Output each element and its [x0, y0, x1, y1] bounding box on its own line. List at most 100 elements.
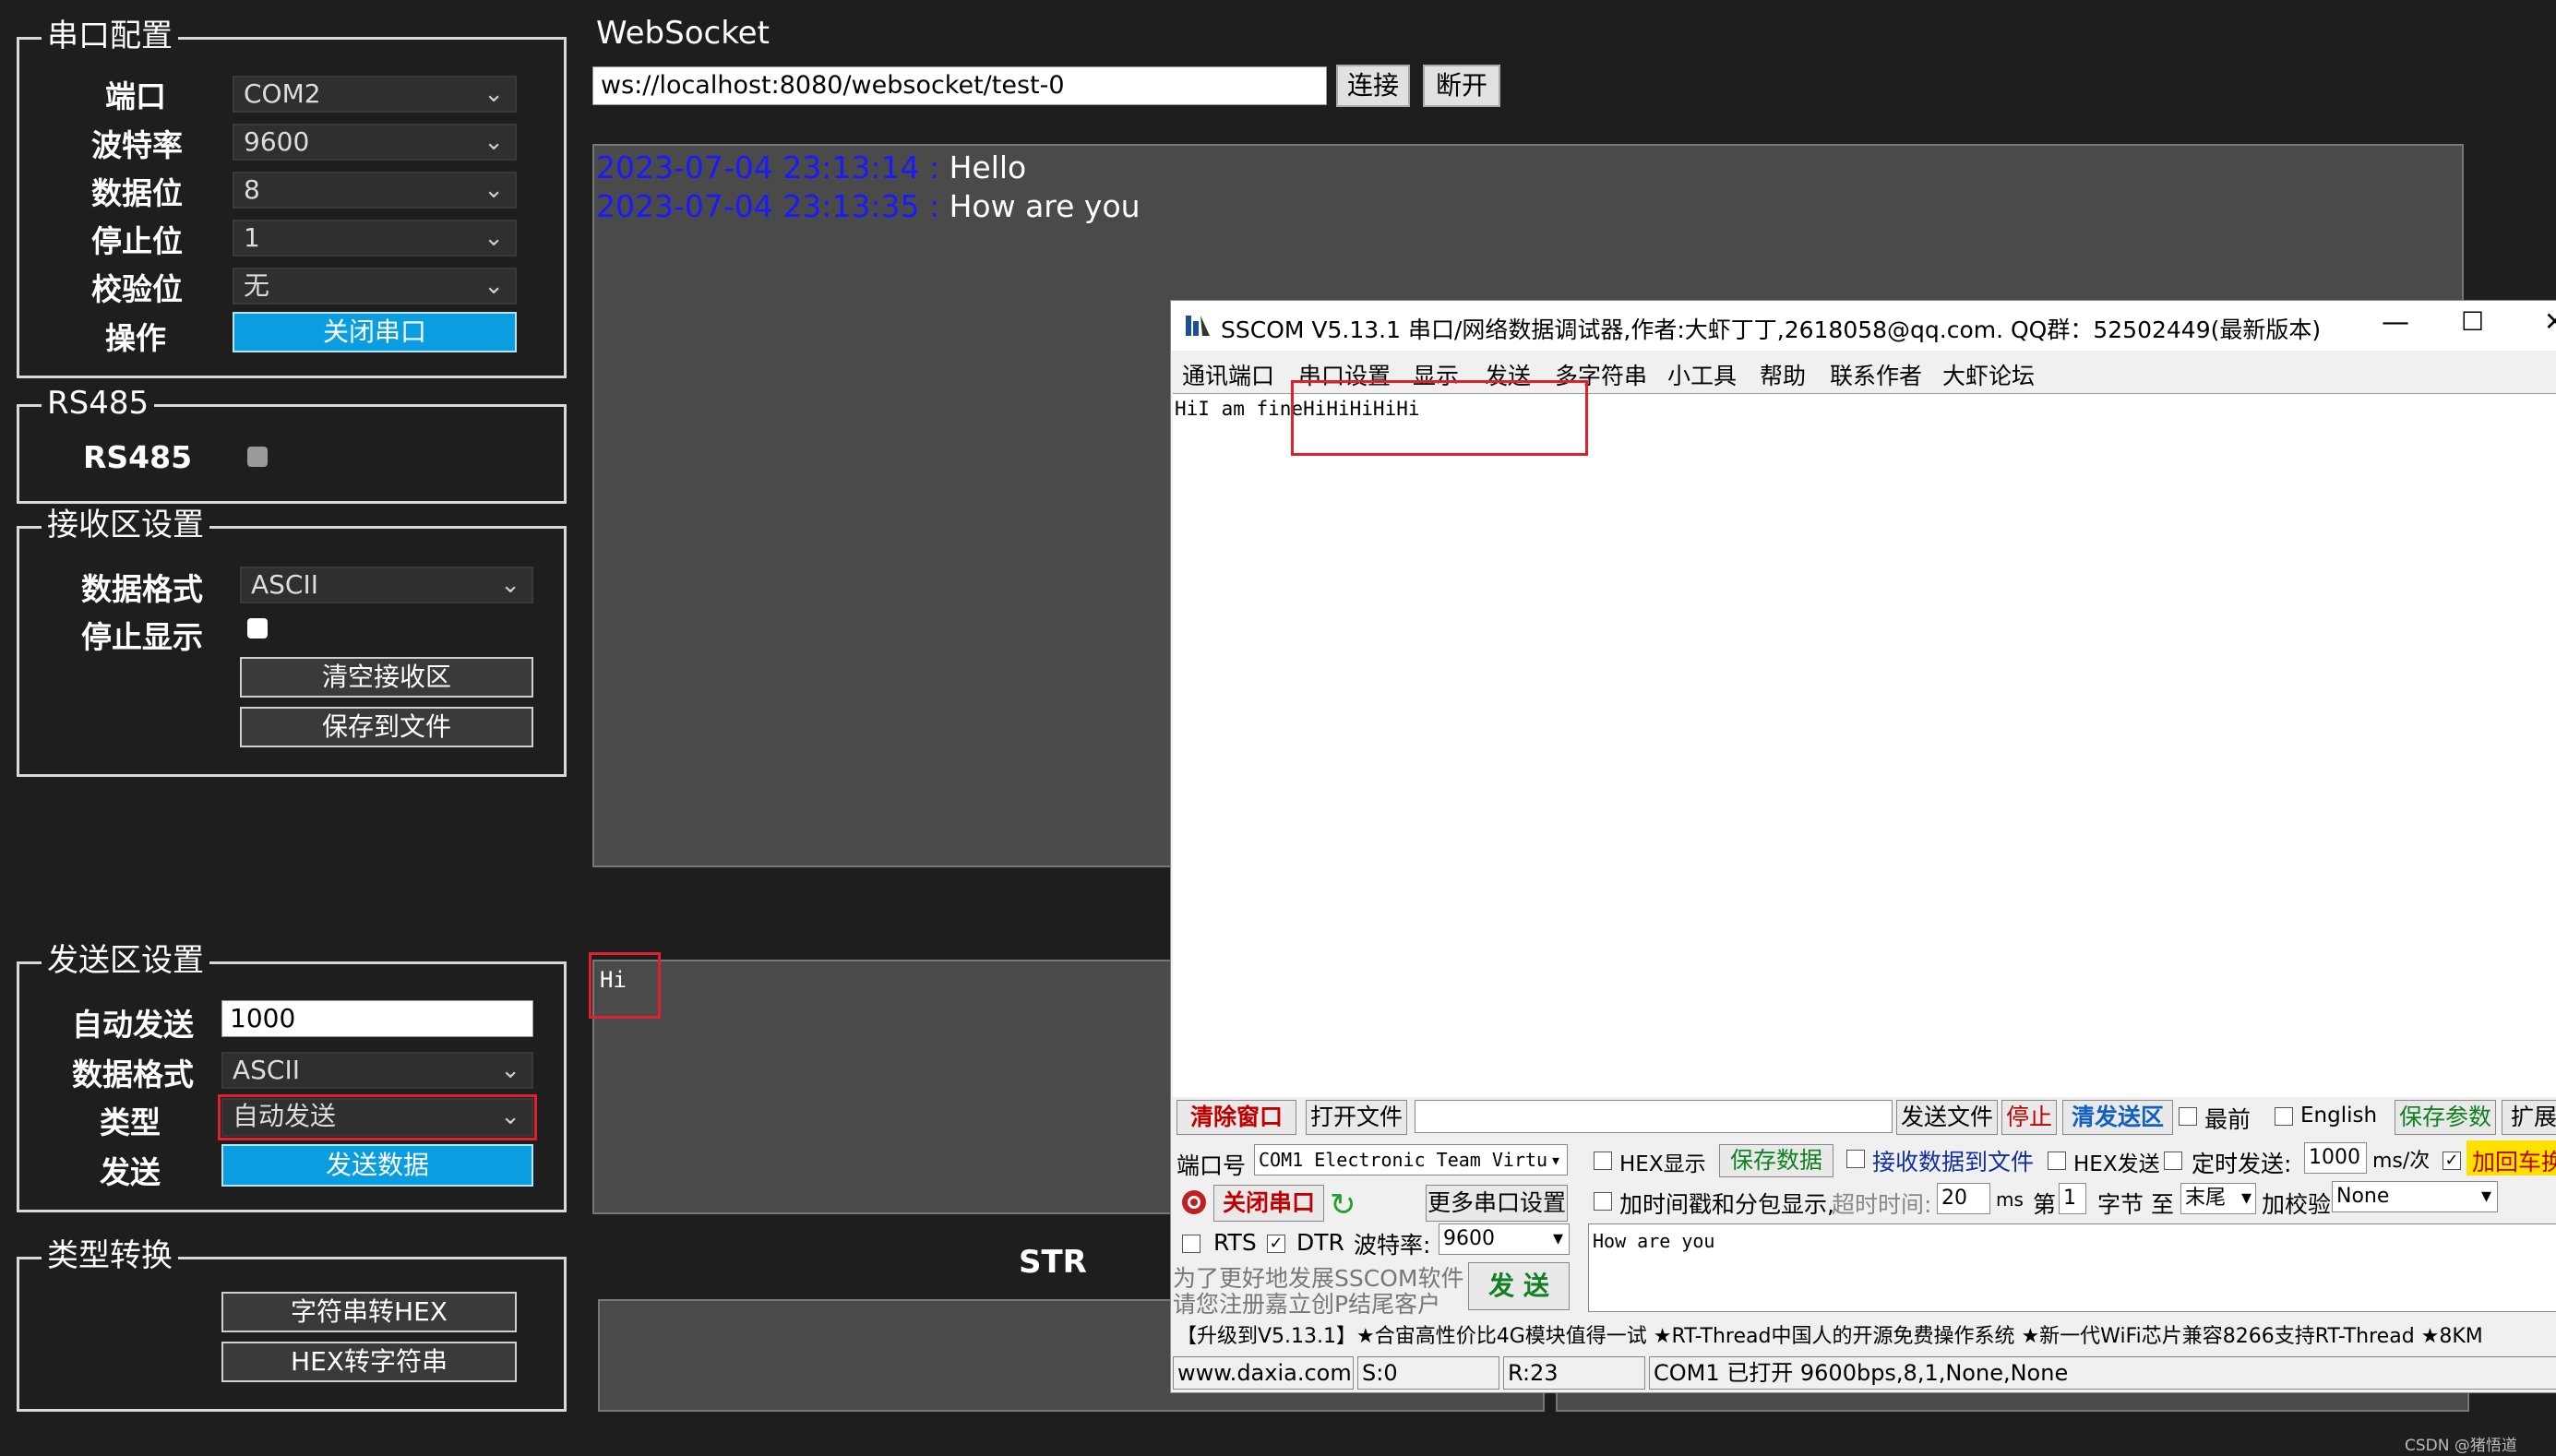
send-data-button[interactable]: 发送数据: [221, 1144, 533, 1187]
message-text: Hello: [949, 149, 1027, 185]
sscom-baud-select[interactable]: 9600 ▾: [1439, 1223, 1570, 1255]
promo-ticker[interactable]: 【升级到V5.13.1】★合宙高性价比4G模块值得一试 ★RT-Thread中国…: [1173, 1318, 2556, 1349]
clear-send-button[interactable]: 清发送区: [2062, 1100, 2173, 1135]
stopbits-label: 停止位: [91, 223, 183, 259]
timed-interval-input[interactable]: 1000: [2304, 1142, 2367, 1174]
timed-unit-label: ms/次: [2372, 1150, 2431, 1173]
rs485-label: RS485: [83, 439, 193, 475]
baud-select[interactable]: 9600 ⌄: [233, 124, 517, 161]
port-label: 端口: [105, 78, 166, 114]
english-checkbox[interactable]: [2275, 1107, 2293, 1126]
promo-ticker-text: 【升级到V5.13.1】★合宙高性价比4G模块值得一试 ★RT-Thread中国…: [1176, 1325, 2483, 1348]
databits-select[interactable]: 8 ⌄: [233, 172, 517, 209]
sscom-titlebar: SSCOM V5.13.1 串口/网络数据调试器,作者:大虾丁丁,2618058…: [1171, 301, 2556, 351]
sscom-send-input-value: How are you: [1593, 1230, 1715, 1252]
send-format-select[interactable]: ASCII ⌄: [221, 1052, 533, 1089]
send-label: 发送: [100, 1154, 161, 1190]
open-file-button[interactable]: 打开文件: [1306, 1100, 1407, 1135]
end-value: 末尾: [2185, 1187, 2227, 1210]
timed-send-label: 定时发送:: [2192, 1151, 2292, 1177]
str-to-hex-button[interactable]: 字符串转HEX: [221, 1292, 517, 1332]
timeout-label: 超时时间:: [1832, 1191, 1932, 1218]
dtr-checkbox[interactable]: ✓: [1267, 1235, 1285, 1253]
hex-to-str-button[interactable]: HEX转字符串: [221, 1342, 517, 1382]
serial-config-legend: 串口配置: [42, 16, 178, 56]
chevron-down-icon: ⌄: [500, 571, 520, 599]
port-select[interactable]: COM2 ⌄: [233, 76, 517, 113]
status-site[interactable]: www.daxia.com: [1173, 1356, 1354, 1390]
save-to-file-button[interactable]: 保存到文件: [240, 707, 533, 747]
chevron-down-icon: ▾: [2480, 1185, 2491, 1208]
timestamp-label: 加时间戳和分包显示,: [1619, 1191, 1834, 1218]
close-icon[interactable]: ✕: [2544, 306, 2556, 337]
menu-contact[interactable]: 联系作者: [1830, 358, 1922, 391]
nth-value: 1: [2063, 1187, 2076, 1210]
clear-receive-button[interactable]: 清空接收区: [240, 657, 533, 698]
menu-forum[interactable]: 大虾论坛: [1942, 358, 2035, 391]
minimize-icon[interactable]: —: [2382, 306, 2409, 339]
action-label: 操作: [105, 320, 166, 356]
timestamp-checkbox[interactable]: [1594, 1192, 1612, 1211]
chevron-down-icon: ⌄: [484, 224, 504, 252]
disconnect-button[interactable]: 断开: [1423, 65, 1500, 107]
sscom-send-input[interactable]: How are you: [1588, 1223, 2556, 1312]
sscom-close-port-button[interactable]: 关闭串口: [1213, 1185, 1324, 1222]
connect-button[interactable]: 连接: [1336, 65, 1410, 107]
hex-display-label: HEX显示: [1619, 1152, 1706, 1176]
sscom-receive-area[interactable]: HiI am fineHiHiHiHiHi: [1173, 393, 2556, 1097]
stopbits-select[interactable]: 1 ⌄: [233, 220, 517, 257]
stop-button[interactable]: 停止: [2001, 1100, 2057, 1135]
str-label: STR: [1019, 1244, 1087, 1281]
stopbits-value: 1: [244, 222, 260, 253]
hex-send-label: HEX发送: [2073, 1152, 2160, 1176]
type-convert-group: 类型转换: [17, 1235, 567, 1412]
rts-checkbox[interactable]: [1182, 1235, 1200, 1253]
checksum-select[interactable]: None ▾: [2332, 1181, 2498, 1212]
close-port-button[interactable]: 关闭串口: [233, 312, 517, 352]
end-select[interactable]: 末尾 ▾: [2180, 1183, 2256, 1214]
sscom-send-button[interactable]: 发 送: [1468, 1262, 1570, 1310]
nth-input[interactable]: 1: [2059, 1183, 2086, 1214]
more-settings-button[interactable]: 更多串口设置: [1426, 1185, 1568, 1222]
save-data-button[interactable]: 保存数据: [1719, 1144, 1833, 1177]
timed-send-checkbox[interactable]: [2164, 1152, 2182, 1170]
auto-send-input[interactable]: 1000: [221, 1000, 533, 1037]
hex-display-checkbox[interactable]: [1594, 1152, 1612, 1170]
menu-tools[interactable]: 小工具: [1667, 358, 1737, 391]
sscom-baud-value: 9600: [1443, 1227, 1495, 1250]
message-line: 2023-07-04 23:13:14 : Hello: [596, 149, 1026, 185]
clear-window-button[interactable]: 清除窗口: [1176, 1100, 1296, 1135]
topmost-checkbox[interactable]: [2179, 1107, 2197, 1126]
chevron-down-icon: ▾: [1552, 1227, 1563, 1250]
add-crlf-label-bg: 加回车换: [2466, 1140, 2556, 1176]
promo-line-2[interactable]: 请您注册嘉立创P结尾客户: [1173, 1286, 1440, 1319]
stop-display-checkbox[interactable]: [247, 618, 268, 638]
sscom-port-select[interactable]: COM1 Electronic Team Virtu ▾: [1254, 1144, 1568, 1176]
maximize-icon[interactable]: ☐: [2461, 306, 2484, 337]
receive-format-select[interactable]: ASCII ⌄: [240, 567, 533, 603]
byte-to-label: 字节 至: [2097, 1191, 2174, 1218]
status-port-text: COM1 已打开 9600bps,8,1,None,None: [1654, 1360, 2069, 1386]
recv-to-file-checkbox[interactable]: [1846, 1150, 1865, 1168]
send-file-button[interactable]: 发送文件: [1896, 1100, 1998, 1135]
save-params-button[interactable]: 保存参数: [2395, 1100, 2496, 1135]
file-path-input[interactable]: [1415, 1100, 1893, 1133]
message-time: 2023-07-04 23:13:35 :: [596, 188, 940, 224]
websocket-url-input[interactable]: ws://localhost:8080/websocket/test-0: [592, 66, 1327, 105]
menu-help[interactable]: 帮助: [1760, 358, 1806, 391]
refresh-icon[interactable]: ↻: [1330, 1187, 1356, 1223]
add-crlf-checkbox[interactable]: ✓: [2443, 1152, 2461, 1170]
status-received: R:23: [1503, 1356, 1645, 1390]
type-select-highlight: [218, 1094, 537, 1140]
port-status-icon: [1180, 1188, 1208, 1216]
hex-send-checkbox[interactable]: [2048, 1152, 2066, 1170]
menu-comm-port[interactable]: 通讯端口: [1182, 358, 1274, 391]
chevron-down-icon: ▾: [1549, 1149, 1561, 1171]
timed-interval-value: 1000: [2309, 1146, 2360, 1169]
timeout-unit: ms: [1996, 1188, 2024, 1211]
checksum-value: None: [2336, 1185, 2390, 1208]
parity-select[interactable]: 无 ⌄: [233, 268, 517, 304]
timeout-input[interactable]: 20: [1937, 1183, 1990, 1214]
expand-button[interactable]: 扩展: [2502, 1100, 2556, 1135]
rs485-checkbox[interactable]: [247, 447, 268, 467]
